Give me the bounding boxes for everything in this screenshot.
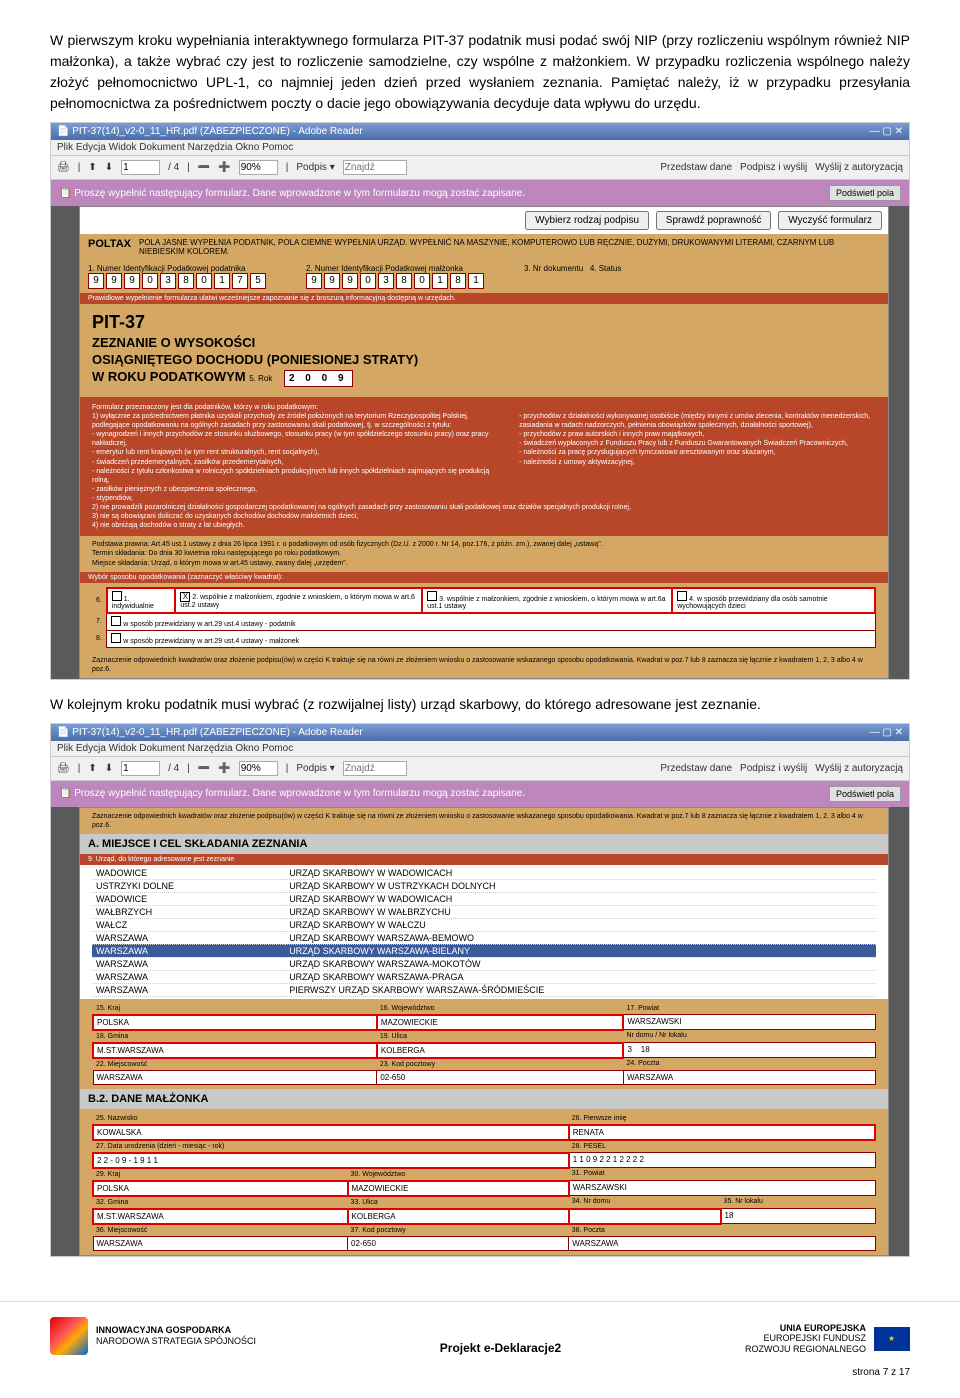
titlebar: 📄 PIT-37(14)_v2-0_11_HR.pdf (ZABEZPIECZO… <box>51 123 909 140</box>
tax-method-choice[interactable]: 6. 1. indywidualnie X 2. wspólnie z małż… <box>80 583 888 652</box>
legal-basis: Podstawa prawna: Art.45 ust.1 ustawy z d… <box>80 536 888 571</box>
section-a: A. MIEJSCE I CEL SKŁADANIA ZEZNANIA <box>80 834 888 854</box>
logo-eu: UNIA EUROPEJSKAEUROPEJSKI FUNDUSZROZWOJU… <box>745 1323 910 1355</box>
year-box[interactable]: 2 0 0 9 <box>284 370 353 387</box>
page-up-icon[interactable]: ⬆ <box>88 162 96 173</box>
poltax-label: POLTAX <box>88 238 131 256</box>
page-number: strona 7 z 17 <box>0 1365 960 1398</box>
highlight-button[interactable]: Podświetl pola <box>829 185 901 201</box>
menubar[interactable]: Plik Edycja Widok Dokument Narzędzia Okn… <box>51 140 909 156</box>
print-icon[interactable]: 🖨 <box>57 162 70 173</box>
nip-podatnik[interactable]: 9990380175 <box>88 273 266 289</box>
nip-malzonek[interactable]: 9990380181 <box>306 273 484 289</box>
paragraph-1: W pierwszym kroku wypełniania interaktyw… <box>50 30 910 114</box>
btn-sign-send[interactable]: Podpisz i wyślij <box>740 162 807 173</box>
pit-header: PIT-37 ZEZNANIE O WYSOKOŚCI OSIĄGNIĘTEGO… <box>80 304 888 397</box>
btn-validate[interactable]: Sprawdź poprawność <box>656 211 772 230</box>
page-down-icon[interactable]: ⬇ <box>105 162 113 173</box>
page-input[interactable] <box>121 160 160 175</box>
btn-clear[interactable]: Wyczyść formularz <box>778 211 882 230</box>
form-description: Formularz przeznaczony jest dla podatnik… <box>80 397 888 536</box>
eu-flag-icon <box>874 1327 910 1351</box>
pdf-icon: 📄 PIT-37(14)_v2-0_11_HR.pdf (ZABEZPIECZO… <box>57 126 363 137</box>
btn-send-auth[interactable]: Wyślij z autoryzacją <box>815 162 903 173</box>
nip-row: 1. Numer Identyfikacji Podatkowej podatn… <box>80 260 888 293</box>
section-b2: B.2. DANE MAŁŻONKA <box>80 1089 888 1109</box>
btn-sign-type[interactable]: Wybierz rodzaj podpisu <box>525 211 649 230</box>
project-title: Projekt e-Deklaracje2 <box>440 1341 561 1355</box>
paragraph-2: W kolejnym kroku podatnik musi wybrać (z… <box>50 694 910 715</box>
zoom-input[interactable] <box>239 160 278 175</box>
dane-b1: 15. Kraj16. Województwo17. Powiat POLSKA… <box>80 999 888 1089</box>
info-stripe: Prawidłowe wypełnienie formularza ułatwi… <box>80 293 888 304</box>
toolbar: 🖨 | ⬆ ⬇ / 4 | ➖ ➕ | Podpis ▾ Przedstaw d… <box>51 156 909 180</box>
page-footer: INNOWACYJNA GOSPODARKANARODOWA STRATEGIA… <box>0 1301 960 1365</box>
dane-b2: 25. Nazwisko26. Pierwsze imię KOWALSKARE… <box>80 1109 888 1255</box>
adobe-window-1: 📄 PIT-37(14)_v2-0_11_HR.pdf (ZABEZPIECZO… <box>50 122 910 680</box>
office-dropdown[interactable]: WADOWICEURZĄD SKARBOWY W WADOWICACHUSTRZ… <box>80 865 888 999</box>
logo-ig: INNOWACYJNA GOSPODARKANARODOWA STRATEGIA… <box>50 1317 256 1355</box>
sign-menu[interactable]: Podpis ▾ <box>296 162 334 173</box>
btn-present[interactable]: Przedstaw dane <box>660 162 732 173</box>
form-banner: 📋 Proszę wypełnić następujący formularz.… <box>51 180 909 206</box>
zoom-in-icon[interactable]: ➕ <box>218 162 230 173</box>
find-input[interactable] <box>343 160 407 175</box>
adobe-window-2: 📄 PIT-37(14)_v2-0_11_HR.pdf (ZABEZPIECZO… <box>50 723 910 1257</box>
window-controls[interactable]: — ▢ ✕ <box>870 126 903 137</box>
zoom-out-icon[interactable]: ➖ <box>198 162 210 173</box>
ig-cube-icon <box>50 1317 88 1355</box>
